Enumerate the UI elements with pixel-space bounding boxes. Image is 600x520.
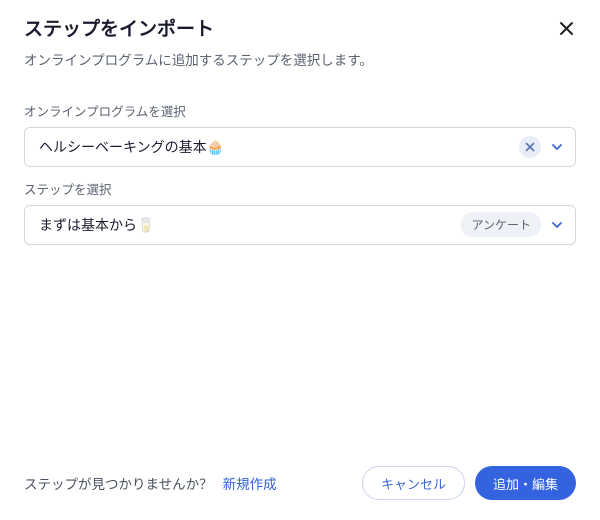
step-select-label: ステップを選択 <box>24 179 576 198</box>
program-select-label: オンラインプログラムを選択 <box>24 101 576 120</box>
submit-button[interactable]: 追加・編集 <box>475 466 576 500</box>
modal-footer: ステップが見つかりませんか？ 新規作成 キャンセル 追加・編集 <box>0 452 600 520</box>
create-new-link[interactable]: 新規作成 <box>223 473 277 493</box>
chevron-down-icon <box>547 215 567 235</box>
close-button[interactable] <box>552 16 580 44</box>
modal-subtitle: オンラインプログラムに追加するステップを選択します。 <box>24 49 576 69</box>
chevron-down-icon <box>547 137 567 157</box>
step-select[interactable]: まずは基本から🥛 アンケート <box>24 205 576 245</box>
clear-program-button[interactable] <box>519 136 541 158</box>
clear-icon <box>525 142 535 152</box>
program-select-value: ヘルシーベーキングの基本🧁 <box>39 137 519 157</box>
import-step-modal: ステップをインポート オンラインプログラムに追加するステップを選択します。 オン… <box>0 0 600 520</box>
modal-body: オンラインプログラムを選択 ヘルシーベーキングの基本🧁 ステップを選択 まずは基… <box>0 79 600 452</box>
cancel-button[interactable]: キャンセル <box>362 466 465 500</box>
modal-title: ステップをインポート <box>24 18 576 43</box>
step-select-value: まずは基本から🥛 <box>39 215 461 235</box>
modal-header: ステップをインポート オンラインプログラムに追加するステップを選択します。 <box>0 0 600 79</box>
footer-prompt: ステップが見つかりませんか？ <box>24 473 213 493</box>
program-select[interactable]: ヘルシーベーキングの基本🧁 <box>24 127 576 167</box>
close-icon <box>559 20 574 41</box>
step-type-badge: アンケート <box>461 212 541 237</box>
